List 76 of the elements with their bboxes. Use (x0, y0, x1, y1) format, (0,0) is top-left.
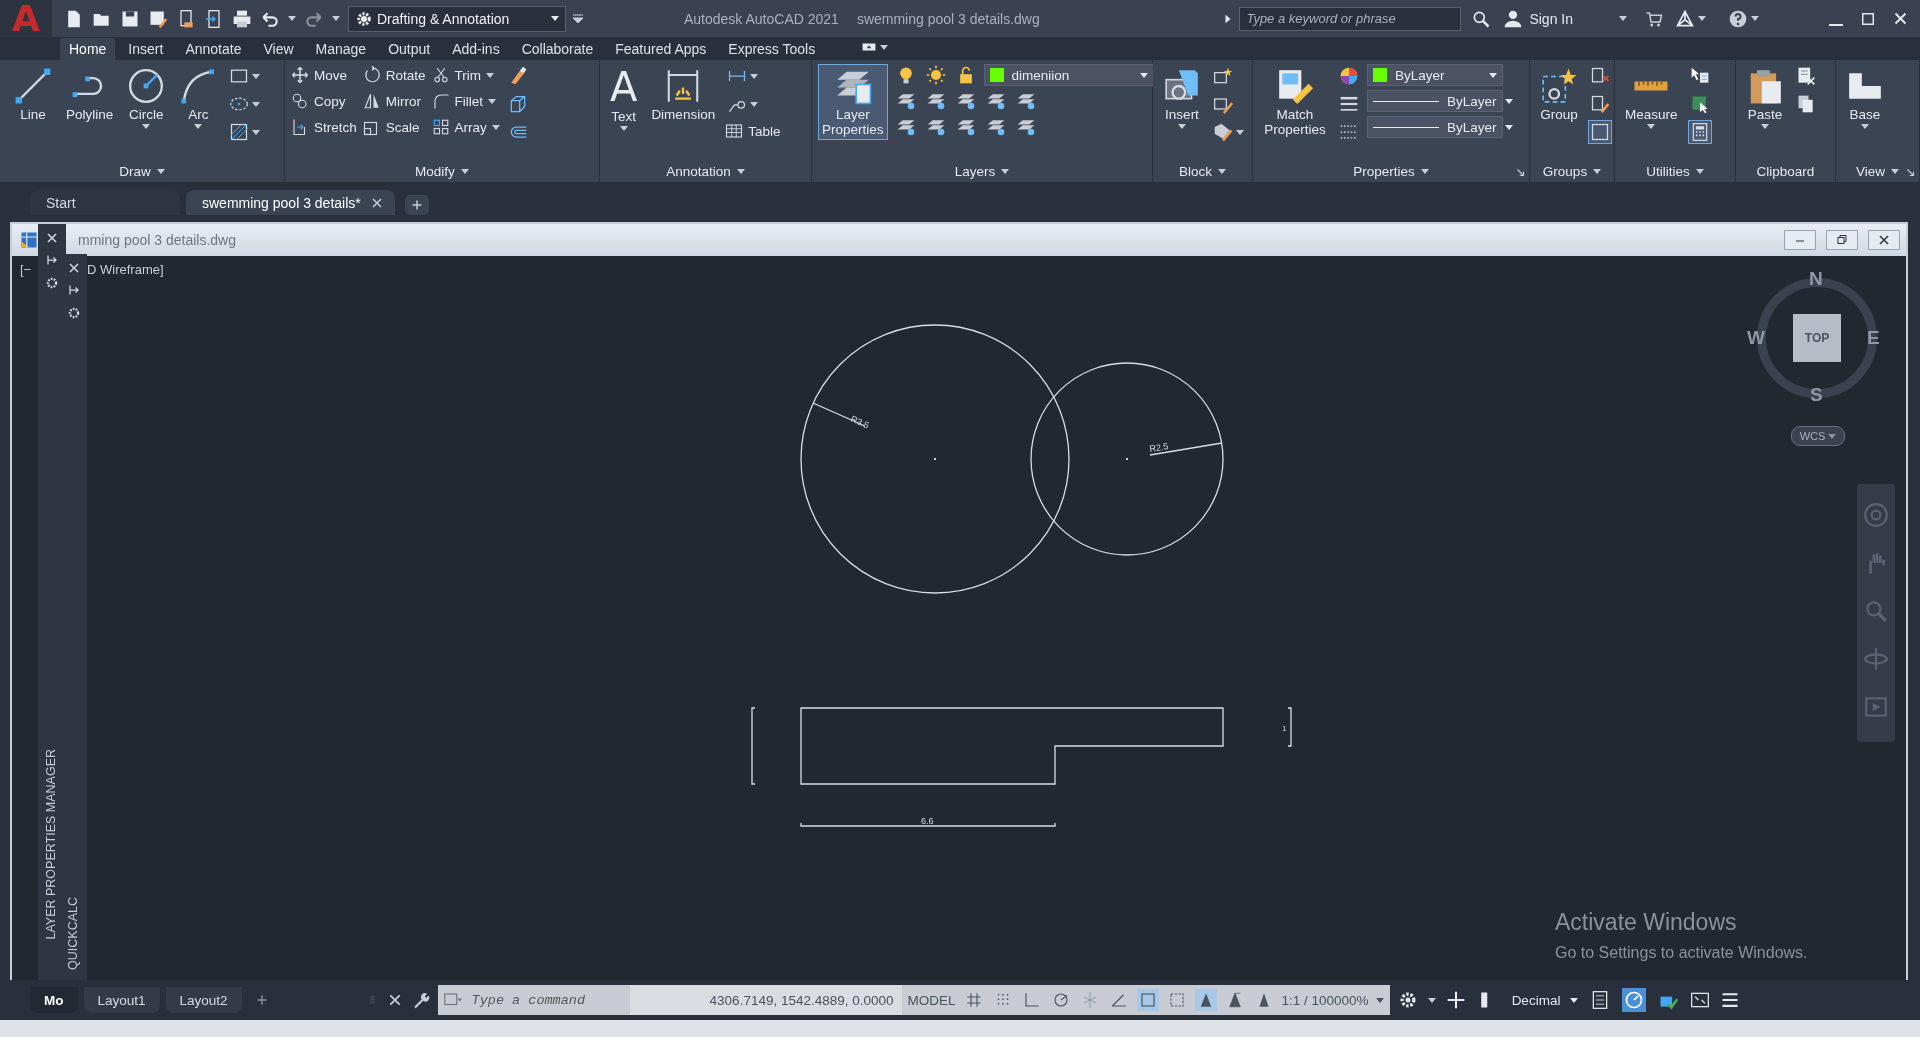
ribbon-button[interactable]: Move (291, 64, 357, 86)
ribbon-button[interactable]: Base (1842, 64, 1888, 132)
layout-tab[interactable]: Layout1 (83, 987, 160, 1013)
ribbon-button[interactable]: Fillet (431, 90, 500, 112)
ribbon-tab[interactable]: Collaborate (512, 38, 603, 60)
activation-notice-text: Go to Settings to activate Windows. (1555, 944, 1808, 962)
ribbon-button[interactable]: Insert (1159, 64, 1205, 132)
palette-title[interactable]: QUICKCALC (66, 897, 80, 970)
panel-title[interactable]: Modify (415, 163, 469, 179)
ribbon-button[interactable]: Line (10, 64, 56, 125)
ucs-menu[interactable]: WCS (1791, 426, 1845, 446)
ribbon-tab[interactable]: Express Tools (719, 38, 825, 60)
ribbon-button[interactable]: Table (725, 120, 781, 142)
ribbon-tab[interactable]: Add-ins (443, 38, 509, 60)
layout-tab[interactable]: Layout2 (165, 987, 242, 1013)
panel-title[interactable]: Clipboard (1756, 163, 1815, 179)
panel-title[interactable]: Properties (1353, 163, 1429, 179)
activation-notice-title: Activate Windows (1555, 909, 1737, 936)
text-icon: A (610, 67, 638, 107)
property-dropdown[interactable]: dimeniion (983, 64, 1154, 86)
dimension-text: 6.6 (921, 816, 934, 826)
visual-style-label[interactable]: D Wireframe] (87, 262, 164, 277)
ribbon-button[interactable]: Polyline (62, 64, 118, 125)
ribbon-button[interactable]: Measure (1621, 64, 1682, 132)
ribbon-button[interactable]: Layer Properties (818, 64, 888, 140)
ribbon-button[interactable]: Circle (123, 64, 170, 132)
workspace-dropdown[interactable]: Drafting & Annotation (348, 5, 566, 32)
dimension-text: R3.5 (849, 413, 871, 431)
ribbon-button[interactable]: Array (431, 116, 500, 138)
window-title: Autodesk AutoCAD 2021 (684, 10, 839, 27)
ribbon-button[interactable]: Group (1536, 64, 1582, 125)
dimension-text: R2.5 (1148, 441, 1170, 454)
ribbon-tab[interactable]: View (254, 38, 303, 60)
panel-title[interactable]: Annotation (666, 163, 745, 179)
view-cube-face[interactable]: TOP (1793, 314, 1841, 362)
compass-label[interactable]: N (1809, 268, 1823, 290)
palette-title[interactable]: LAYER PROPERTIES MANAGER (44, 749, 58, 940)
panel-title[interactable]: Utilities (1646, 163, 1704, 179)
panel-title[interactable]: View (1856, 163, 1899, 179)
annotation-scale[interactable]: 1:1 / 100000% (1281, 992, 1369, 1008)
ribbon-tab[interactable]: Manage (306, 38, 376, 60)
panel-title[interactable]: Block (1179, 163, 1226, 179)
sign-in-link[interactable]: Sign In (1529, 10, 1573, 27)
ribbon-tab[interactable]: Home (60, 38, 116, 60)
ribbon-button[interactable]: Copy (291, 90, 357, 112)
ribbon-button[interactable]: Scale (362, 116, 426, 138)
dimension-text: 1 (1282, 724, 1287, 733)
search-field[interactable]: Type a keyword or phrase (1239, 6, 1462, 31)
ribbon-button[interactable]: Rotate (362, 64, 426, 86)
ribbon-button[interactable]: Stretch (291, 116, 357, 138)
file-tab[interactable]: swemming pool 3 details* (186, 190, 395, 215)
model-space-toggle[interactable]: MODEL (907, 992, 956, 1008)
ribbon-tab[interactable]: Insert (119, 38, 173, 60)
file-tab[interactable]: Start (30, 190, 180, 215)
panel-title[interactable]: Layers (954, 163, 1010, 179)
property-dropdown[interactable]: ByLayer (1367, 64, 1503, 86)
ribbon-button[interactable]: Trim (431, 64, 500, 86)
coordinates-readout: 4306.7149, 1542.4889, 0.0000 (629, 985, 902, 1015)
ribbon-tab[interactable]: Output (379, 38, 440, 60)
units-dropdown[interactable]: Decimal (1511, 992, 1561, 1008)
ribbon-button[interactable]: Mirror (362, 90, 426, 112)
layout-tab[interactable]: Mo (30, 987, 78, 1013)
panel-title[interactable]: Draw (119, 163, 165, 179)
ribbon-button[interactable]: Arc (175, 64, 222, 132)
ribbon-button[interactable]: A Text (606, 64, 642, 134)
ribbon-tab[interactable]: Featured Apps (606, 38, 716, 60)
file-title: swemming pool 3 details.dwg (856, 10, 1040, 27)
ribbon-tab[interactable]: Annotate (176, 38, 251, 60)
command-input[interactable]: Type a command (469, 991, 624, 1009)
viewport-controls[interactable]: [− (20, 262, 32, 277)
panel-title[interactable]: Groups (1542, 163, 1602, 179)
compass-label[interactable]: W (1747, 327, 1765, 349)
ribbon-button[interactable]: Dimension (647, 64, 720, 125)
ribbon-button[interactable]: Paste (1742, 64, 1788, 132)
document-title: mming pool 3 details.dwg (78, 232, 236, 248)
ribbon-button[interactable]: Match Properties (1259, 64, 1331, 140)
